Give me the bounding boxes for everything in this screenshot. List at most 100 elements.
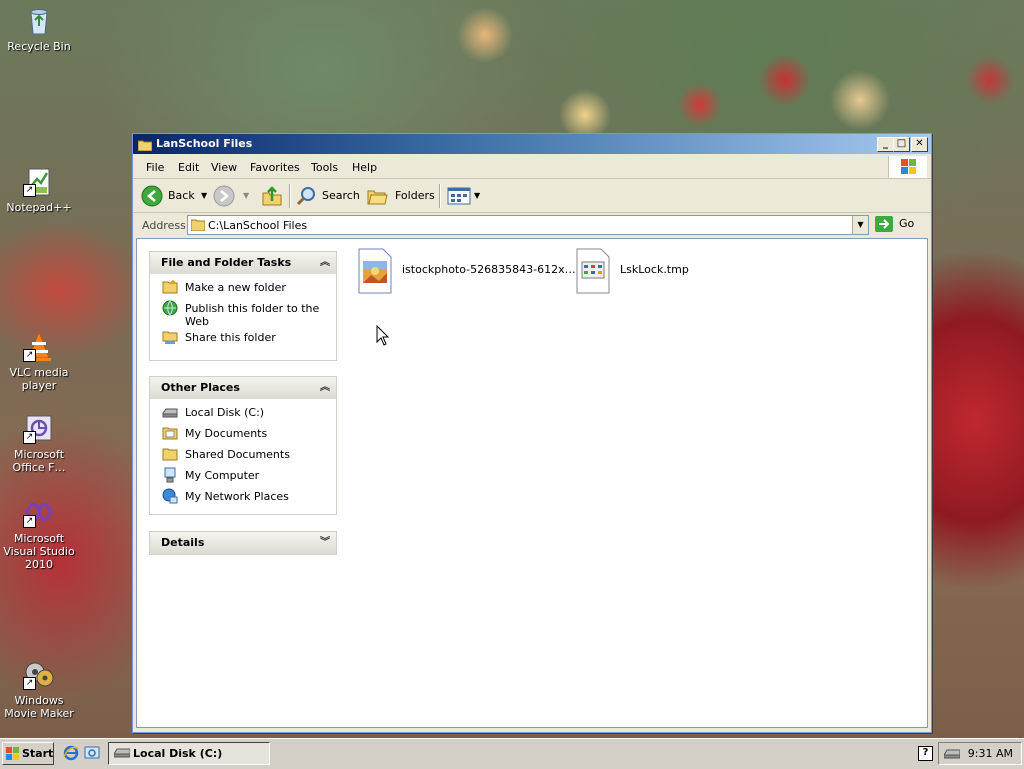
desktop-icon-notepad-plus-plus[interactable]: ↗ Notepad++	[0, 165, 78, 214]
windows-logo-icon	[888, 156, 927, 178]
task-label: Publish this folder to the Web	[185, 302, 320, 328]
clock[interactable]: 9:31 AM	[968, 743, 1013, 764]
image-file-icon	[358, 248, 392, 294]
desktop-icon-label: Notepad++	[6, 201, 72, 214]
shortcut-arrow-icon: ↗	[23, 515, 36, 528]
place-label: Shared Documents	[185, 448, 290, 461]
desktop-icon-recycle-bin[interactable]: Recycle Bin	[0, 4, 78, 53]
folders-label: Folders	[395, 189, 435, 202]
task-label: Make a new folder	[185, 281, 286, 294]
go-button[interactable]: Go	[875, 215, 925, 233]
help-icon[interactable]: ?	[918, 746, 933, 761]
shortcut-arrow-icon: ↗	[23, 677, 36, 690]
shortcut-arrow-icon: ↗	[23, 431, 36, 444]
shortcut-arrow-icon: ↗	[23, 349, 36, 362]
menu-tools[interactable]: Tools	[311, 161, 338, 174]
menu-file[interactable]: File	[146, 161, 164, 174]
panel-header[interactable]: File and Folder Tasks ︽	[150, 252, 336, 274]
address-input[interactable]: C:\LanSchool Files ▼	[187, 215, 869, 235]
share-folder-icon	[162, 331, 178, 344]
chevron-collapse-icon[interactable]: ︽	[320, 252, 330, 274]
forward-arrow-icon	[213, 185, 235, 207]
address-dropdown-button[interactable]: ▼	[852, 216, 868, 234]
file-item[interactable]: LskLock.tmp	[573, 247, 723, 299]
chevron-down-icon[interactable]: ▼	[474, 185, 480, 207]
taskbar-item-label: Local Disk (C:)	[133, 747, 223, 760]
chevron-down-icon[interactable]: ▼	[201, 185, 207, 207]
search-icon	[296, 187, 315, 206]
desktop-icon-label: VLC media player	[9, 366, 69, 392]
taskbar-item-local-disk[interactable]: Local Disk (C:)	[108, 742, 270, 765]
panel-title: Other Places	[161, 381, 240, 394]
folder-icon	[137, 138, 153, 152]
close-button[interactable]: ✕	[911, 137, 928, 152]
movie-maker-icon: ↗	[23, 658, 55, 690]
go-arrow-icon	[875, 216, 893, 232]
task-make-new-folder[interactable]: Make a new folder	[160, 279, 330, 299]
address-value: C:\LanSchool Files	[208, 219, 308, 232]
folder-content-area[interactable]: File and Folder Tasks ︽ Make a new folde…	[136, 238, 928, 728]
views-button[interactable]: ▼	[447, 185, 483, 207]
desktop-icon-vlc[interactable]: ↗ VLC media player	[0, 330, 78, 392]
folders-button[interactable]: Folders	[367, 185, 435, 207]
menu-favorites[interactable]: Favorites	[250, 161, 300, 174]
toolbar-separator	[439, 184, 441, 208]
desktop-icon-microsoft-office[interactable]: ↗ Microsoft Office F…	[0, 412, 78, 474]
title-bar[interactable]: LanSchool Files _ □ ✕	[133, 134, 931, 154]
menu-edit[interactable]: Edit	[178, 161, 199, 174]
toolbar-separator	[289, 184, 291, 208]
chevron-down-icon[interactable]: ▼	[243, 185, 249, 207]
search-button[interactable]: Search	[295, 185, 360, 207]
place-label: My Documents	[185, 427, 268, 440]
menu-help[interactable]: Help	[352, 161, 377, 174]
office-icon: ↗	[23, 412, 55, 444]
up-folder-button[interactable]	[261, 185, 283, 207]
menu-bar: File Edit View Favorites Tools Help	[133, 156, 931, 179]
file-folder-tasks-panel: File and Folder Tasks ︽ Make a new folde…	[149, 251, 337, 361]
file-name: istockphoto-526835843-612x…	[402, 263, 576, 276]
menu-view[interactable]: View	[211, 161, 237, 174]
other-places-panel: Other Places ︽ Local Disk (C:) My Docume…	[149, 376, 337, 515]
place-label: Local Disk (C:)	[185, 406, 265, 419]
minimize-button[interactable]: _	[877, 137, 894, 152]
maximize-button[interactable]: □	[893, 137, 910, 152]
place-my-network-places[interactable]: My Network Places	[160, 488, 330, 508]
folder-icon	[162, 448, 178, 461]
taskbar: Start Local Disk (C:) ? 9:31 AM	[0, 738, 1024, 769]
task-share-folder[interactable]: Share this folder	[160, 329, 330, 349]
place-shared-documents[interactable]: Shared Documents	[160, 446, 330, 466]
panel-title: File and Folder Tasks	[161, 256, 292, 269]
file-item[interactable]: istockphoto-526835843-612x…	[355, 247, 576, 299]
show-desktop-icon[interactable]	[84, 745, 100, 761]
vlc-icon: ↗	[23, 330, 55, 362]
folders-icon	[367, 190, 388, 205]
toolbar: Back ▼ ▼ Search Folders ▼	[133, 180, 931, 213]
chevron-expand-icon[interactable]: ︾	[320, 532, 330, 554]
forward-button[interactable]: ▼	[213, 185, 251, 207]
my-documents-icon	[162, 427, 178, 440]
start-button[interactable]: Start	[2, 742, 54, 765]
back-label: Back	[168, 189, 195, 202]
go-label: Go	[899, 217, 915, 230]
place-my-documents[interactable]: My Documents	[160, 425, 330, 445]
place-label: My Computer	[185, 469, 260, 482]
task-publish-folder-web[interactable]: Publish this folder to the Web	[160, 300, 330, 328]
place-my-computer[interactable]: My Computer	[160, 467, 330, 487]
chevron-collapse-icon[interactable]: ︽	[320, 377, 330, 399]
windows-logo-icon	[6, 747, 19, 760]
back-button[interactable]: Back ▼	[141, 185, 209, 207]
desktop-icon-label: Microsoft Visual Studio 2010	[3, 532, 75, 571]
internet-explorer-icon[interactable]	[63, 745, 79, 761]
mouse-cursor-icon	[376, 325, 390, 346]
hard-drive-icon	[162, 408, 178, 418]
place-local-disk[interactable]: Local Disk (C:)	[160, 404, 330, 424]
desktop-icon-label: Recycle Bin	[7, 40, 71, 53]
desktop-icon-movie-maker[interactable]: ↗ Windows Movie Maker	[0, 658, 78, 720]
panel-header[interactable]: Other Places ︽	[150, 377, 336, 399]
network-icon[interactable]	[944, 749, 960, 759]
panel-header[interactable]: Details ︾	[150, 532, 336, 554]
task-label: Share this folder	[185, 331, 276, 344]
desktop-icon-visual-studio[interactable]: ↗ Microsoft Visual Studio 2010	[0, 496, 78, 571]
up-folder-icon	[262, 186, 282, 206]
tmp-file-icon	[576, 248, 610, 294]
